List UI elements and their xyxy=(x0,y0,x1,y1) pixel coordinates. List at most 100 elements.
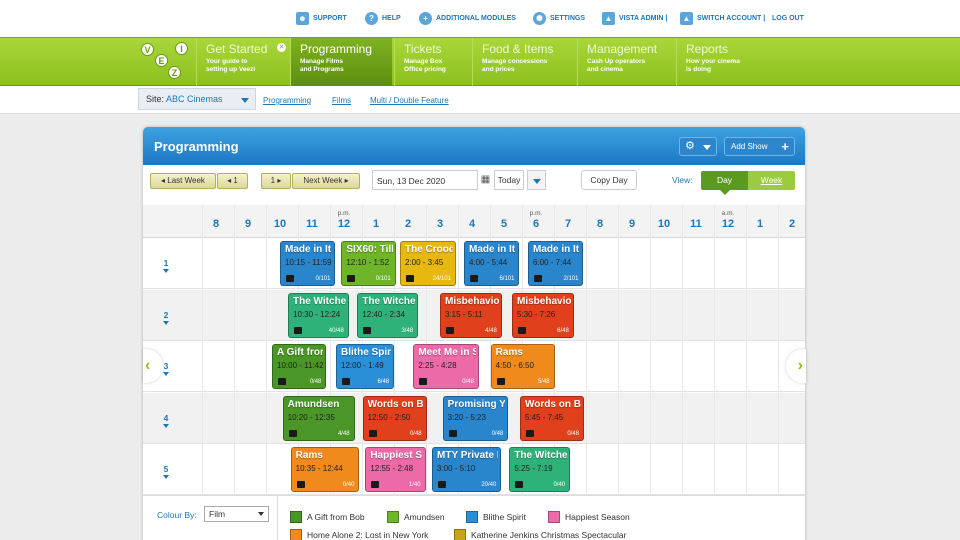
view-day-button[interactable]: Day xyxy=(701,171,748,195)
grid-column-line xyxy=(650,205,651,495)
screen-label[interactable]: 5 xyxy=(160,464,172,479)
show-block[interactable]: MTY Private H 3:00 - 5:10 20/40 xyxy=(432,447,502,492)
show-block[interactable]: Misbehavio 5:30 - 7:26 6/48 xyxy=(512,292,574,338)
gear-icon: ✺ xyxy=(533,11,546,25)
next-week-button[interactable]: Next Week ▸ xyxy=(292,173,360,189)
grid-column-line xyxy=(266,205,267,495)
show-block[interactable]: Words on B 12:50 - 2:50 0/48 xyxy=(362,395,427,441)
show-time: 12:40 - 2:34 xyxy=(362,309,406,319)
chevron-down-icon xyxy=(163,423,169,428)
plus-icon: + xyxy=(419,11,432,25)
show-block[interactable]: The Witche 5:25 - 7:19 0/40 xyxy=(509,447,571,492)
support-link[interactable]: ☻ SUPPORT xyxy=(296,10,347,26)
hour-label: 5 xyxy=(500,218,508,230)
legend-label: Happiest Season xyxy=(565,512,630,522)
legend-label: Amundsen xyxy=(404,512,445,522)
show-block[interactable]: Rams 10:35 - 12:44 0/40 xyxy=(290,447,360,492)
show-time: 10:15 - 11:59 xyxy=(285,258,332,267)
show-block[interactable]: Rams 4:50 - 6:50 5/48 xyxy=(490,344,555,389)
ampm-label: p.m. xyxy=(529,210,543,217)
show-block[interactable]: Made in It: 6:00 - 7:44 2/101 xyxy=(528,241,584,286)
view-week-button[interactable]: Week xyxy=(748,171,795,190)
vista-admin-link[interactable]: ▲ VISTA ADMIN | xyxy=(602,10,667,26)
show-block[interactable]: Made in It: 10:15 - 11:59 0/101 xyxy=(280,241,336,286)
legend-swatch xyxy=(454,529,466,540)
screen-label[interactable]: 1 xyxy=(160,258,172,273)
camera-icon xyxy=(288,429,297,437)
show-block[interactable]: Amundsen 10:20 - 12:35 4/48 xyxy=(282,395,355,441)
show-occupancy: 40/48 xyxy=(328,327,344,334)
show-block[interactable]: SIX60: Till 12:10 - 1:52 0/101 xyxy=(341,241,396,286)
show-block[interactable]: Promising Y 3:20 - 5:23 0/48 xyxy=(442,395,509,441)
calendar-icon[interactable]: ▦ xyxy=(478,170,493,190)
hour-label: 7 xyxy=(564,218,572,230)
sublink-multi-double-feature[interactable]: Multi / Double Feature xyxy=(370,96,449,105)
show-block[interactable]: Meet Me in S 2:25 - 4:28 0/48 xyxy=(413,344,479,389)
show-block[interactable]: Misbehavio 3:15 - 5:11 4/48 xyxy=(440,292,502,338)
legend-item: Happiest Season xyxy=(548,510,630,524)
camera-icon xyxy=(448,429,457,437)
show-occupancy: 3/48 xyxy=(401,327,414,334)
screen-label[interactable]: 2 xyxy=(160,310,172,325)
hour-label: 11 xyxy=(690,218,702,230)
add-show-button[interactable]: Add Show + xyxy=(724,137,795,156)
prev-day-button[interactable]: ◂ 1 xyxy=(217,173,248,189)
last-week-button[interactable]: ◂ Last Week xyxy=(150,173,216,189)
panel-title: Programming xyxy=(154,139,239,154)
settings-menu-button[interactable]: ⚙ xyxy=(679,137,717,156)
help-link[interactable]: ? HELP xyxy=(365,10,401,26)
show-film-name: Rams xyxy=(295,450,323,461)
hour-label: 3 xyxy=(436,218,444,230)
logout-link[interactable]: LOG OUT xyxy=(772,10,804,26)
help-icon: ? xyxy=(365,11,378,25)
legend-item: Amundsen xyxy=(387,510,445,524)
settings-link[interactable]: ✺ SETTINGS xyxy=(533,10,585,26)
show-film-name: Words on B xyxy=(525,398,581,410)
screen-label[interactable]: 4 xyxy=(160,413,172,428)
show-time: 4:00 - 5:44 xyxy=(469,258,508,267)
date-field[interactable]: Sun, 13 Dec 2020 xyxy=(372,170,478,190)
show-film-name: A Gift fror xyxy=(277,347,324,358)
show-block[interactable]: A Gift fror 10:00 - 11:42 0/48 xyxy=(272,344,327,389)
show-occupancy: 0/48 xyxy=(462,379,474,385)
legend-item: Katherine Jenkins Christmas Spectacular xyxy=(454,528,626,540)
chevron-down-icon xyxy=(703,145,711,150)
nav-tickets[interactable]: Tickets Manage Box Office pricing xyxy=(394,38,472,86)
camera-icon xyxy=(363,326,372,334)
show-block[interactable]: The Witche 10:30 - 12:24 40/48 xyxy=(288,292,349,338)
admin-icon: ▲ xyxy=(602,11,615,25)
show-block[interactable]: The Witche 12:40 - 2:34 3/48 xyxy=(357,292,419,338)
nav-food-items[interactable]: Food & Items Manage concessions and pric… xyxy=(472,38,577,86)
site-selector[interactable]: Site: ABC Cinemas xyxy=(138,88,256,110)
legend-swatch xyxy=(548,511,560,523)
next-day-button[interactable]: 1 ▸ xyxy=(261,173,291,189)
today-dropdown[interactable] xyxy=(527,170,546,190)
switch-account-icon: ▲ xyxy=(680,11,693,25)
sublink-films[interactable]: Films xyxy=(332,96,351,105)
sublink-programming[interactable]: Programming xyxy=(263,96,311,105)
additional-modules-link[interactable]: + ADDITIONAL MODULES xyxy=(419,10,516,26)
show-block[interactable]: Made in It: 4:00 - 5:44 6/101 xyxy=(464,241,520,286)
copy-day-button[interactable]: Copy Day xyxy=(581,170,637,190)
show-film-name: The Crood xyxy=(405,244,453,255)
show-time: 5:45 - 7:45 xyxy=(525,412,564,422)
camera-icon xyxy=(371,481,380,488)
chevron-down-icon xyxy=(533,179,541,184)
colour-by-label: Colour By: xyxy=(157,510,197,520)
show-block[interactable]: Words on B 5:45 - 7:45 0/48 xyxy=(520,395,584,441)
close-icon[interactable]: × xyxy=(277,43,286,52)
nav-management[interactable]: Management Cash Up operators and cinema xyxy=(577,38,676,86)
show-block[interactable]: Blithe Spir 12:00 - 1:49 6/48 xyxy=(336,344,395,389)
legend-label: Home Alone 2: Lost in New York xyxy=(307,530,429,540)
today-button[interactable]: Today xyxy=(494,170,524,190)
show-occupancy: 24/101 xyxy=(432,276,451,282)
divider xyxy=(277,496,278,540)
veezi-logo[interactable]: V E Z I xyxy=(137,38,194,85)
nav-reports[interactable]: Reports How your cinema is doing xyxy=(676,38,770,86)
colour-by-select[interactable]: Film xyxy=(204,506,269,522)
switch-account-link[interactable]: ▲ SWITCH ACCOUNT | xyxy=(680,10,765,26)
nav-get-started[interactable]: Get Started Your guide to setting up Vee… xyxy=(196,38,290,86)
show-block[interactable]: Happiest S 12:55 - 2:48 1/40 xyxy=(365,447,426,492)
nav-programming[interactable]: Programming Manage Films and Programs xyxy=(290,38,392,86)
show-block[interactable]: The Crood 2:00 - 3:45 24/101 xyxy=(400,241,456,286)
